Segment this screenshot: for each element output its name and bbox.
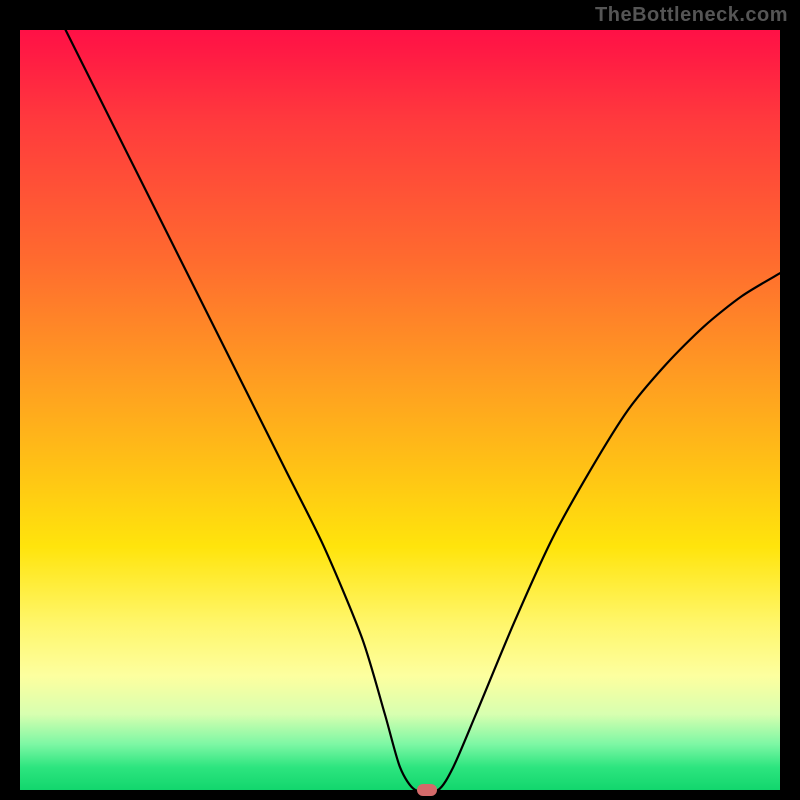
optimal-marker (417, 784, 437, 796)
bottleneck-curve (20, 30, 780, 790)
chart-frame: TheBottleneck.com (0, 0, 800, 800)
watermark-text: TheBottleneck.com (595, 4, 788, 27)
plot-area (20, 30, 780, 790)
